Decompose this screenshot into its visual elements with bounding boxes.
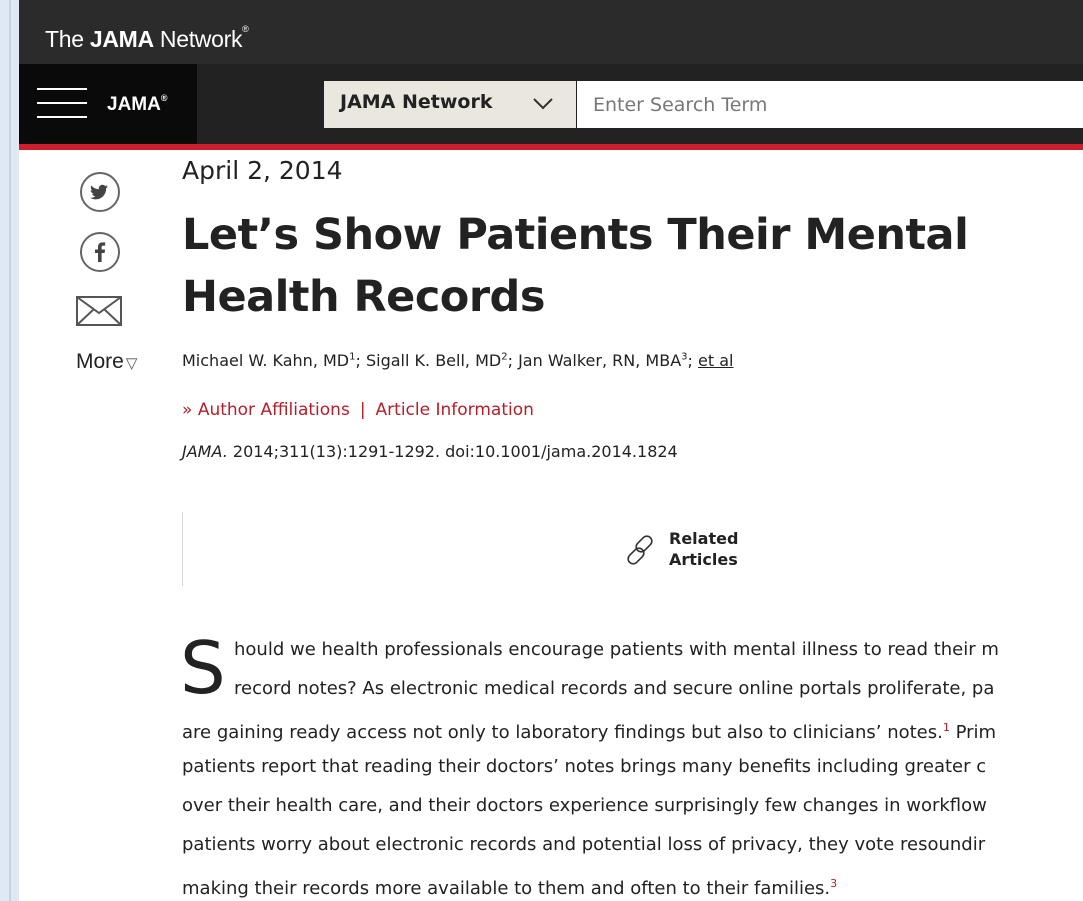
article-title: Let’s Show Patients Their Mental Health … (182, 210, 969, 322)
body-line: making their records more available to t… (182, 877, 838, 899)
author-name[interactable]: Sigall K. Bell, MD (366, 351, 501, 370)
body-line: patients worry about electronic records … (182, 834, 986, 855)
main-menu-button[interactable]: JAMA® (19, 64, 197, 144)
page: The JAMA Network® JAMA® JAMA Network Ent… (19, 0, 1083, 901)
twitter-bird-glyph (90, 184, 108, 200)
network-brand-logo[interactable]: The JAMA Network® (45, 24, 249, 53)
citation: JAMA. 2014;311(13):1291-1292. doi:10.100… (182, 442, 678, 461)
journal-logo[interactable]: JAMA® (107, 93, 167, 116)
link-chain-icon (627, 535, 653, 565)
affiliation-ref: 1 (349, 351, 356, 363)
window-frame-left (0, 0, 19, 901)
chevron-down-icon (533, 98, 553, 110)
double-chevron-right-icon: » (182, 400, 193, 420)
mail-icon[interactable] (76, 296, 122, 326)
related-articles-panel: Related Articles (182, 512, 1083, 586)
et-al-link[interactable]: et al (698, 351, 733, 370)
related-articles-label: Related Articles (669, 529, 739, 569)
body-line: record notes? As electronic medical reco… (234, 678, 995, 699)
affiliation-ref: 2 (501, 351, 508, 363)
author-name[interactable]: Michael W. Kahn, MD (182, 351, 349, 370)
accent-rule (19, 144, 1083, 150)
hamburger-icon[interactable] (37, 88, 87, 120)
article-information-link[interactable]: Article Information (376, 400, 534, 420)
drop-cap: S (180, 626, 226, 710)
facebook-icon[interactable] (80, 232, 120, 272)
twitter-icon[interactable] (80, 172, 120, 212)
facebook-f-glyph (95, 242, 106, 262)
search-scope-label: JAMA Network (340, 91, 493, 113)
search-input[interactable] (577, 81, 1083, 128)
triangle-down-icon: ▽ (125, 355, 138, 372)
author-list: Michael W. Kahn, MD1; Sigall K. Bell, MD… (182, 351, 734, 370)
article-info-links: » Author Affiliations | Article Informatio… (182, 400, 534, 420)
reference-link[interactable]: 1 (943, 721, 950, 734)
body-line: are gaining ready access not only to lab… (182, 721, 997, 743)
reference-link[interactable]: 3 (830, 877, 837, 890)
journal-navbar: JAMA® JAMA Network (19, 64, 1083, 144)
link-separator: | (359, 400, 366, 420)
author-affiliations-link[interactable]: » Author Affiliations (182, 400, 350, 420)
affiliation-ref: 3 (681, 351, 688, 363)
search-scope-select[interactable]: JAMA Network (324, 81, 576, 128)
author-name[interactable]: Jan Walker, RN, MBA (518, 351, 681, 370)
network-topbar: The JAMA Network® (19, 0, 1083, 64)
body-line: hould we health professionals encourage … (234, 639, 999, 660)
publication-date: April 2, 2014 (182, 156, 343, 185)
more-share-button[interactable]: More ▽ (76, 350, 137, 374)
more-label: More (76, 350, 124, 373)
body-line: over their health care, and their doctor… (182, 795, 987, 816)
body-line: patients report that reading their docto… (182, 756, 987, 777)
